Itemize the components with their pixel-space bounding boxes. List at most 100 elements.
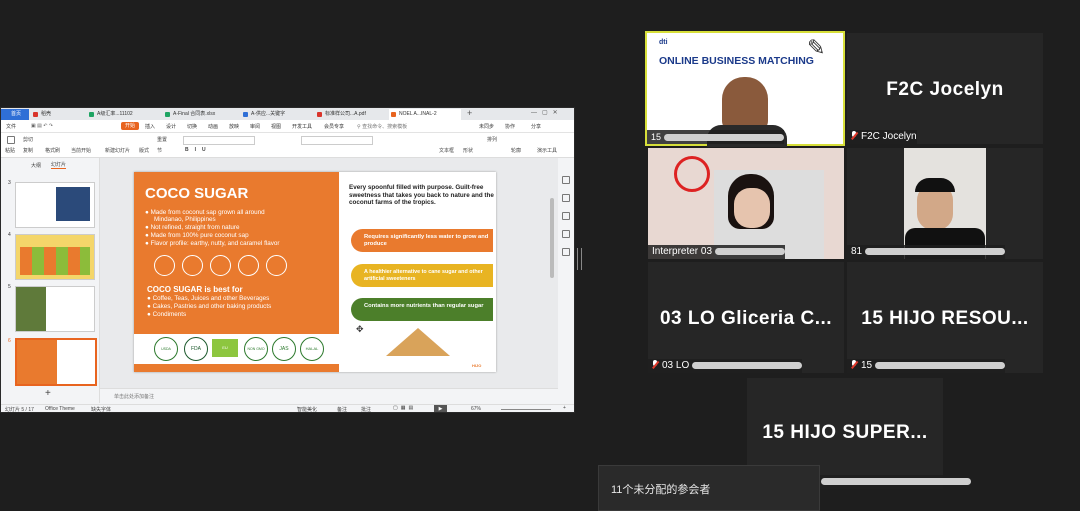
menu-transition[interactable]: 切换 xyxy=(187,123,197,130)
menu-view[interactable]: 视图 xyxy=(271,123,281,130)
video-tile-hijo-resources[interactable]: 15 HIJO RESOU... 15 xyxy=(847,262,1043,373)
tab-pdf[interactable]: 标准样公司...A.pdf xyxy=(315,109,385,120)
participant-name-bar: 15 xyxy=(847,359,1005,373)
collaborate-button[interactable]: 协作 xyxy=(505,123,515,130)
video-tile-f2c-jocelyn[interactable]: F2C Jocelyn F2C Jocelyn xyxy=(847,33,1043,144)
tab-label: 稻壳 xyxy=(41,111,52,117)
participant-name-bar: Interpreter 03 xyxy=(648,245,785,259)
notes-toggle[interactable]: 备注 xyxy=(337,406,347,412)
textbox-button[interactable]: 文本框 xyxy=(439,147,454,154)
video-tile-speaker[interactable]: dti ONLINE BUSINESS MATCHING ✎ 15 xyxy=(645,31,845,147)
menu-design[interactable]: 设计 xyxy=(166,123,176,130)
zoom-level[interactable]: 67% xyxy=(471,406,481,412)
video-tile-interpreter[interactable]: Interpreter 03 xyxy=(648,148,844,259)
tab-presentation[interactable]: NOEL A...INAL-2 xyxy=(389,109,461,120)
tab-label: 标准样公司...A.pdf xyxy=(325,111,366,117)
layout-button[interactable]: 版式 xyxy=(139,147,149,154)
slide-editing-canvas[interactable]: COCO SUGAR ● Made from coconut sap grown… xyxy=(100,158,558,388)
notes-pane[interactable]: 单击此处添加备注 xyxy=(100,388,558,403)
copy-button[interactable]: 复制 xyxy=(23,147,33,154)
reset-button[interactable]: 重置 xyxy=(157,136,167,143)
dti-logo: dti xyxy=(659,39,668,46)
tab-excel-1[interactable]: A级汇率...11102 xyxy=(87,109,159,120)
slide-thumbnail[interactable] xyxy=(15,234,95,280)
participant-display-name: 15 HIJO SUPER... xyxy=(762,422,928,443)
sync-status[interactable]: 未同步 xyxy=(479,123,494,130)
slides-tab[interactable]: 幻灯片 xyxy=(51,161,67,169)
menu-review[interactable]: 审阅 xyxy=(250,123,260,130)
current-slide[interactable]: COCO SUGAR ● Made from coconut sap grown… xyxy=(134,172,496,372)
section-button[interactable]: 节 xyxy=(157,147,162,154)
tool-icon[interactable] xyxy=(562,176,570,184)
outline-tab[interactable]: 大纲 xyxy=(31,162,41,169)
panel-splitter-handle[interactable] xyxy=(577,248,582,270)
presentation-icon xyxy=(391,112,396,117)
missing-font-indicator[interactable]: 缺失字体 xyxy=(91,406,111,412)
tool-icon[interactable] xyxy=(562,248,570,256)
zoom-in-plus-icon[interactable]: + xyxy=(563,405,566,411)
paste-icon[interactable] xyxy=(7,136,15,144)
tool-icon[interactable] xyxy=(562,194,570,202)
tool-icon[interactable] xyxy=(562,230,570,238)
bullet-item: ● Flavor profile: earthy, nutty, and car… xyxy=(145,240,280,247)
tool-icon[interactable] xyxy=(562,212,570,220)
thumb-image xyxy=(17,340,57,384)
bullet-text: Made from coconut sap grown all around xyxy=(150,209,265,216)
spreadsheet-icon xyxy=(165,112,170,117)
tab-excel-2[interactable]: A-Final 合同表.xlsx xyxy=(163,109,237,120)
smart-beautify-button[interactable]: 智能美化 xyxy=(297,406,317,412)
status-bar: 幻灯片 5 / 17 Office Theme 缺失字体 智能美化 备注 批注 … xyxy=(1,404,574,412)
share-button[interactable]: 分享 xyxy=(531,123,541,130)
tab-docer[interactable]: 稻壳 xyxy=(31,109,83,120)
participant-name: Interpreter 03 xyxy=(652,246,713,257)
menu-file[interactable]: 文件 xyxy=(6,123,16,130)
menu-developer[interactable]: 开发工具 xyxy=(292,123,312,130)
menu-animation[interactable]: 动画 xyxy=(208,123,218,130)
tab-doc[interactable]: A-供应...关键字 xyxy=(241,109,311,120)
bullet-text: Made from 100% pure coconut sap xyxy=(150,232,249,239)
leaf-icon xyxy=(182,255,203,276)
command-search[interactable]: ⚲ 查找命令、搜索模板 xyxy=(357,123,407,130)
unassigned-attendees-panel[interactable]: 11个未分配的参会者 xyxy=(598,465,820,511)
slide-thumbnail[interactable] xyxy=(15,182,95,228)
format-buttons[interactable]: BIU xyxy=(185,147,212,153)
non-gmo-logo: NON GMO xyxy=(244,337,268,361)
view-mode-icons[interactable]: ▢▦▤ xyxy=(393,405,416,411)
video-tile-lo-gliceria[interactable]: 03 LO Gliceria C... 03 LO xyxy=(648,262,844,373)
use-text: Cakes, Pastries and other baking product… xyxy=(152,303,272,310)
slide-thumbnail-selected[interactable] xyxy=(15,338,97,386)
bullet-item: ● Made from 100% pure coconut sap xyxy=(145,232,249,239)
play-from-current-button[interactable]: 当前开始 xyxy=(71,147,91,154)
arrange-button[interactable]: 排列 xyxy=(487,136,497,143)
slide-thumbnail[interactable] xyxy=(15,286,95,332)
unassigned-attendees-label: 11个未分配的参会者 xyxy=(611,484,711,496)
vertical-scrollbar[interactable] xyxy=(550,198,554,278)
participant-name-bar: 81 xyxy=(847,245,1005,259)
presentation-tools-button[interactable]: 演示工具 xyxy=(537,147,557,154)
play-slideshow-icon[interactable]: ▶ xyxy=(434,405,447,412)
new-tab-plus-icon[interactable]: + xyxy=(467,108,472,118)
thumb-number: 3 xyxy=(8,180,11,186)
format-painter-button[interactable]: 格式刷 xyxy=(45,147,60,154)
quick-access-icons[interactable]: ▣ ▤ ↶ ↷ xyxy=(31,123,53,129)
outline-button[interactable]: 轮廓 xyxy=(511,147,521,154)
video-tile-81[interactable]: 81 xyxy=(847,148,1043,259)
participant-name-bar: 03 LO xyxy=(648,359,803,373)
menu-insert[interactable]: 插入 xyxy=(145,123,155,130)
new-slide-button[interactable]: 新建幻灯片 xyxy=(105,147,130,154)
comments-toggle[interactable]: 批注 xyxy=(361,406,371,412)
menu-home[interactable]: 开始 xyxy=(121,122,140,130)
add-slide-plus-icon[interactable]: + xyxy=(45,388,51,399)
tab-label: NOEL A...INAL-2 xyxy=(399,111,437,117)
thumb-image xyxy=(56,187,90,221)
cut-button[interactable]: 剪切 xyxy=(23,136,33,143)
menu-slideshow[interactable]: 放映 xyxy=(229,123,239,130)
tab-home[interactable]: 首页 xyxy=(1,109,29,120)
shape-button[interactable]: 形状 xyxy=(463,147,473,154)
font-name-select[interactable] xyxy=(183,136,255,145)
menu-member[interactable]: 会员专享 xyxy=(324,123,344,130)
bullet-text: Not refined, straight from nature xyxy=(150,224,240,231)
paragraph-controls[interactable] xyxy=(301,136,373,145)
window-controls[interactable]: —▢✕ xyxy=(531,109,563,116)
zoom-slider[interactable] xyxy=(501,409,551,410)
